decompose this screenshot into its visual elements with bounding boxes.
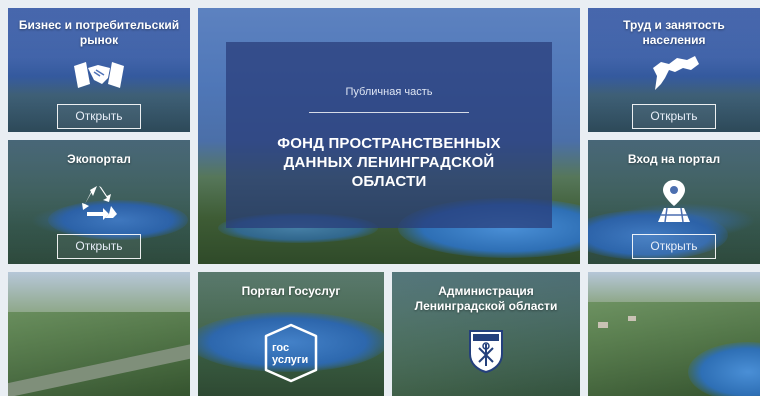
main-title: ФОНД ПРОСТРАНСТВЕННЫХ ДАННЫХ ЛЕНИНГРАДСК… xyxy=(277,135,501,190)
tile-labor[interactable]: Труд и занятость населения Открыть xyxy=(588,8,760,132)
tile-admin[interactable]: Администрация Ленинградской области xyxy=(392,272,580,396)
recycle-icon xyxy=(79,184,119,227)
tile-title: Администрация Ленинградской области xyxy=(414,284,558,313)
divider xyxy=(309,112,469,113)
gosuslugi-logo-text: гос услуги xyxy=(272,342,309,366)
map-pin-icon xyxy=(654,178,694,229)
open-button[interactable]: Открыть xyxy=(632,234,716,259)
main-info-panel: Публичная часть ФОНД ПРОСТРАНСТВЕННЫХ ДА… xyxy=(226,42,552,228)
open-button[interactable]: Открыть xyxy=(57,234,141,259)
coat-of-arms-icon xyxy=(467,328,505,379)
tile-title: Вход на портал xyxy=(627,152,721,166)
tile-business[interactable]: Бизнес и потребительский рынок Открыть xyxy=(8,8,190,132)
tile-main[interactable]: Публичная часть ФОНД ПРОСТРАНСТВЕННЫХ ДА… xyxy=(198,8,580,264)
region-map-icon xyxy=(647,54,701,97)
tile-gosuslugi[interactable]: Портал Госуслуг гос услуги xyxy=(198,272,384,396)
handshake-icon xyxy=(72,60,126,95)
tile-title: Экопортал xyxy=(67,152,131,166)
tile-title: Бизнес и потребительский рынок xyxy=(18,18,180,47)
open-button[interactable]: Открыть xyxy=(57,104,141,129)
tile-landscape-left xyxy=(8,272,190,396)
tile-landscape-right xyxy=(588,272,760,396)
tile-portal[interactable]: Вход на портал Открыть xyxy=(588,140,760,264)
main-subtitle: Публичная часть xyxy=(345,86,433,98)
tile-title: Труд и занятость населения xyxy=(623,18,725,47)
open-button[interactable]: Открыть xyxy=(632,104,716,129)
tile-eco[interactable]: Экопортал Открыть xyxy=(8,140,190,264)
tile-title: Портал Госуслуг xyxy=(241,284,341,298)
gosuslugi-logo: гос услуги xyxy=(260,322,322,389)
